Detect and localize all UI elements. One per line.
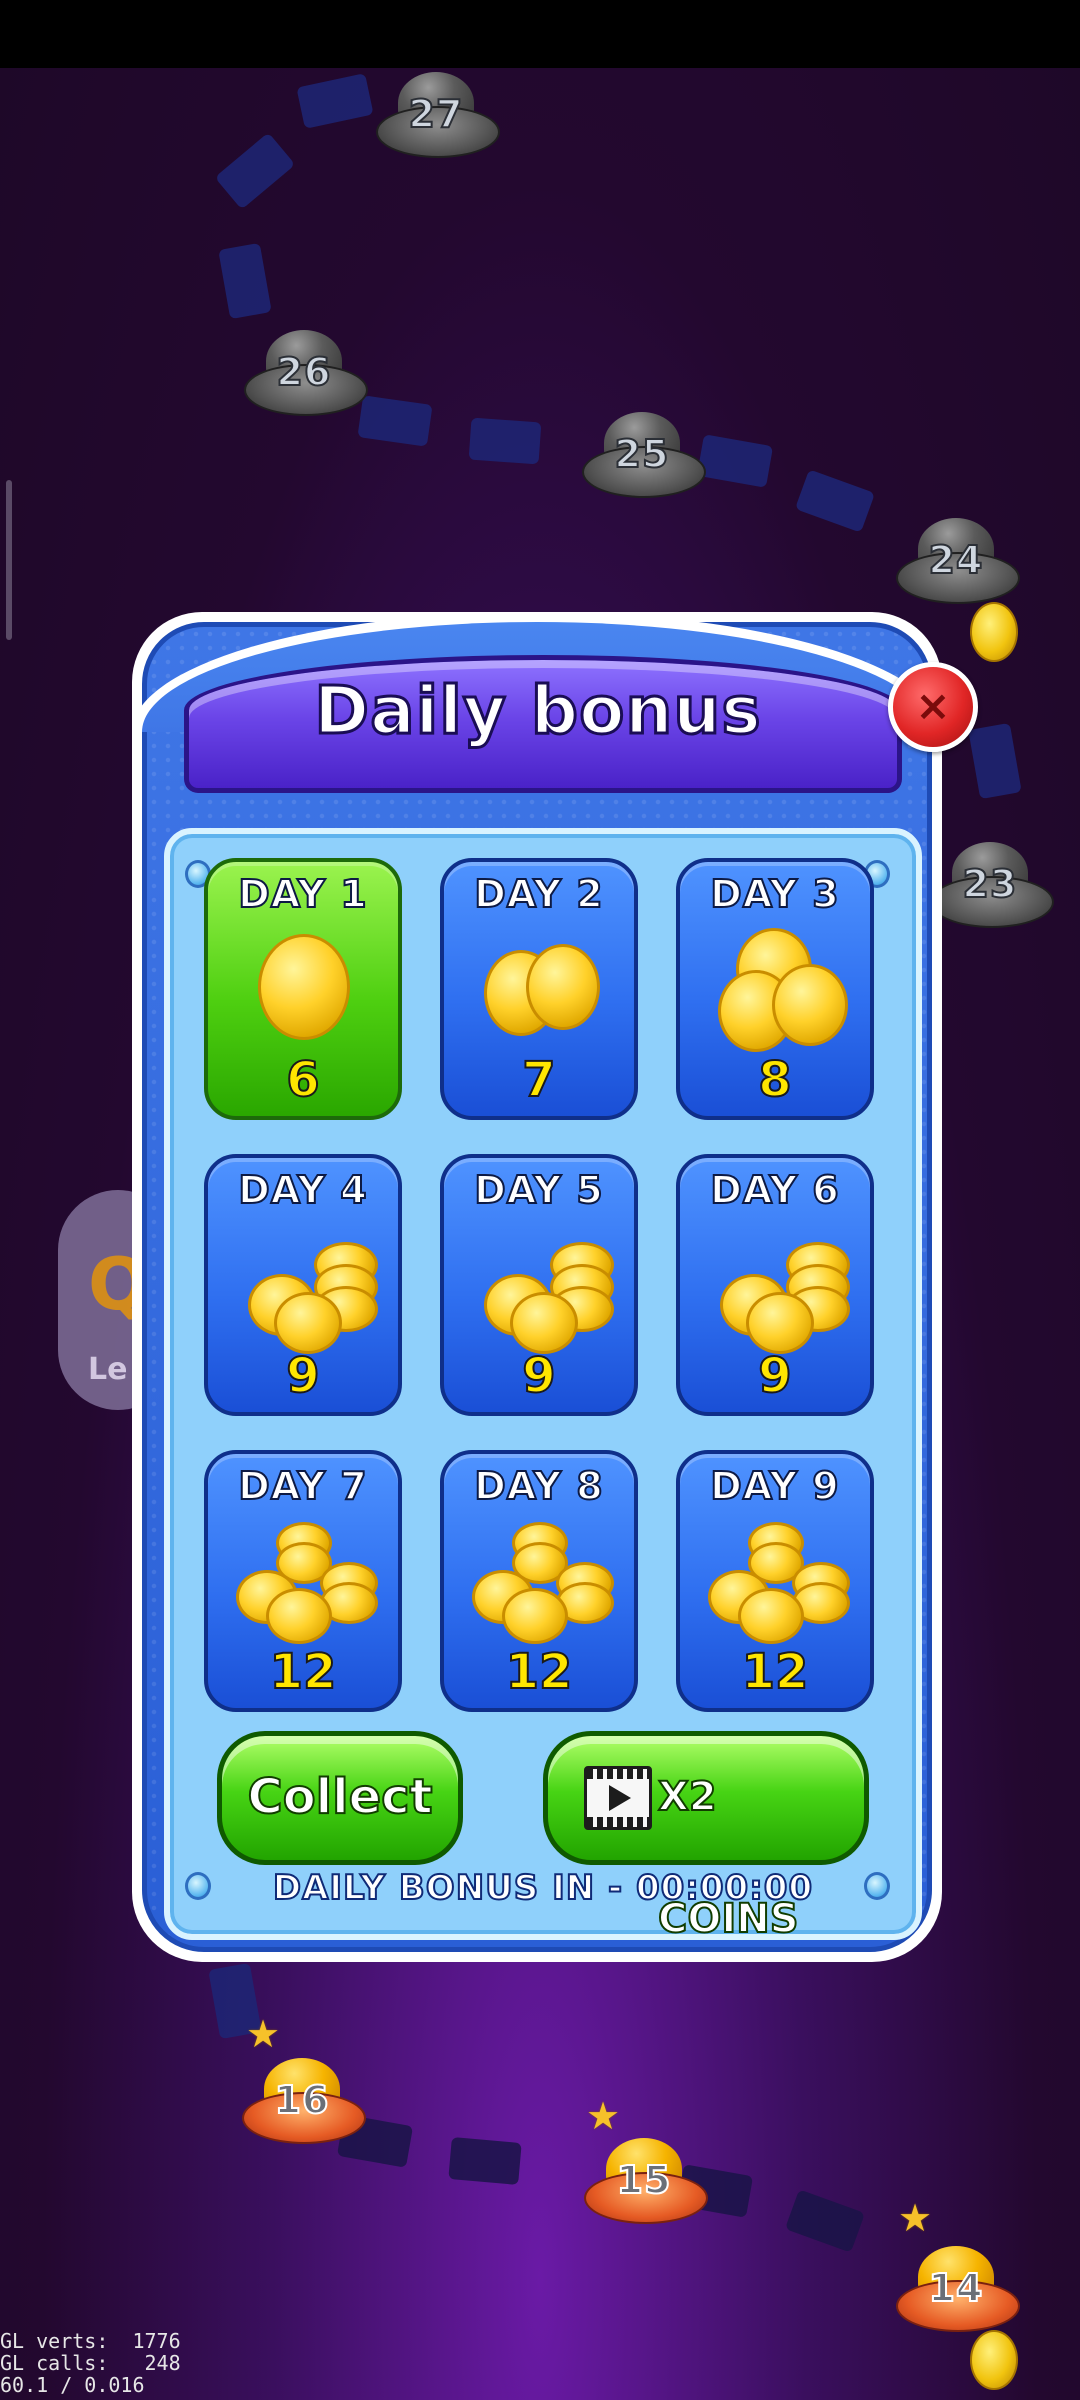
day-amount: 12	[269, 1643, 338, 1701]
day-amount: 6	[285, 1051, 320, 1109]
daily-bonus-timer: DAILY BONUS IN - 00:00:00	[272, 1867, 814, 1909]
coin-icon	[970, 602, 1018, 662]
day-amount: 9	[285, 1347, 320, 1405]
level-node[interactable]: 16	[242, 2058, 366, 2144]
day-card[interactable]: DAY 7 12	[204, 1450, 402, 1712]
day-label: DAY 1	[237, 871, 368, 917]
path-segment	[357, 395, 433, 447]
close-icon: ×	[915, 681, 951, 730]
day-card[interactable]: DAY 5 9	[440, 1154, 638, 1416]
level-number: 24	[928, 537, 984, 583]
level-number: 23	[962, 861, 1018, 907]
level-number: 27	[408, 91, 464, 137]
level-node[interactable]: 25	[582, 412, 706, 498]
debug-line: GL calls: 248	[0, 2351, 181, 2375]
day-label: DAY 8	[473, 1463, 604, 1509]
coin-icon	[208, 924, 398, 1054]
coin-stack-icon	[444, 1220, 634, 1354]
path-segment	[468, 417, 542, 465]
x2-coins-button[interactable]: X2 COINS	[543, 1731, 869, 1943]
level-number: 15	[616, 2157, 672, 2203]
coins-icon	[680, 924, 870, 1054]
edge-handle[interactable]	[6, 480, 12, 640]
coin-pile-icon	[680, 1516, 870, 1646]
debug-line: 60.1 / 0.016	[0, 2373, 145, 2397]
path-segment	[794, 469, 876, 533]
level-number: 26	[276, 349, 332, 395]
level-node[interactable]: 27	[376, 72, 500, 158]
coin-icon	[970, 2330, 1018, 2390]
level-node[interactable]: 24	[896, 518, 1020, 604]
debug-overlay: GL verts: 1776 GL calls: 248 60.1 / 0.016	[0, 2330, 260, 2396]
day-amount: 12	[741, 1643, 810, 1701]
dialog-title: Daily bonus	[313, 671, 762, 751]
day-card[interactable]: DAY 4 9	[204, 1154, 402, 1416]
path-segment	[696, 434, 774, 488]
side-button-label: Le	[88, 1352, 128, 1387]
play-icon	[609, 1785, 631, 1811]
x2-coins-label: X2 COINS	[657, 1773, 800, 1943]
day-label: DAY 7	[237, 1463, 368, 1509]
day-label: DAY 6	[709, 1167, 840, 1213]
coin-pile-icon	[444, 1516, 634, 1646]
path-segment	[218, 242, 272, 320]
day-card[interactable]: DAY 3 8	[676, 858, 874, 1120]
day-amount: 9	[521, 1347, 556, 1405]
coins-icon	[444, 924, 634, 1054]
video-icon	[584, 1766, 652, 1830]
path-segment	[784, 2189, 866, 2253]
coin-stack-icon	[208, 1220, 398, 1354]
level-node[interactable]: 23	[930, 842, 1054, 928]
collect-button[interactable]: Collect	[217, 1731, 463, 1865]
day-card[interactable]: DAY 2 7	[440, 858, 638, 1120]
day-card[interactable]: DAY 8 12	[440, 1450, 638, 1712]
day-label: DAY 9	[709, 1463, 840, 1509]
coin-pile-icon	[208, 1516, 398, 1646]
debug-line: GL verts: 1776	[0, 2329, 181, 2353]
status-bar	[0, 0, 1080, 68]
day-label: DAY 3	[709, 871, 840, 917]
close-button[interactable]: ×	[888, 662, 978, 752]
day-amount: 12	[505, 1643, 574, 1701]
star-icon: ★	[898, 2196, 933, 2240]
day-card[interactable]: DAY 9 12	[676, 1450, 874, 1712]
level-node[interactable]: 26	[244, 330, 368, 416]
path-segment	[296, 73, 374, 129]
star-icon: ★	[586, 2094, 621, 2138]
day-amount: 7	[521, 1051, 556, 1109]
level-number: 14	[928, 2265, 984, 2311]
level-number: 25	[614, 431, 670, 477]
day-amount: 8	[757, 1051, 792, 1109]
day-amount: 9	[757, 1347, 792, 1405]
day-card[interactable]: DAY 1 6	[204, 858, 402, 1120]
path-segment	[448, 2137, 522, 2185]
path-segment	[214, 132, 296, 210]
day-card[interactable]: DAY 6 9	[676, 1154, 874, 1416]
coin-stack-icon	[680, 1220, 870, 1354]
day-label: DAY 2	[473, 871, 604, 917]
path-segment	[968, 722, 1022, 800]
day-label: DAY 4	[237, 1167, 368, 1213]
level-node[interactable]: 14	[896, 2246, 1020, 2332]
level-number: 16	[274, 2077, 330, 2123]
level-node[interactable]: 15	[584, 2138, 708, 2224]
star-icon: ★	[246, 2012, 281, 2056]
day-label: DAY 5	[473, 1167, 604, 1213]
